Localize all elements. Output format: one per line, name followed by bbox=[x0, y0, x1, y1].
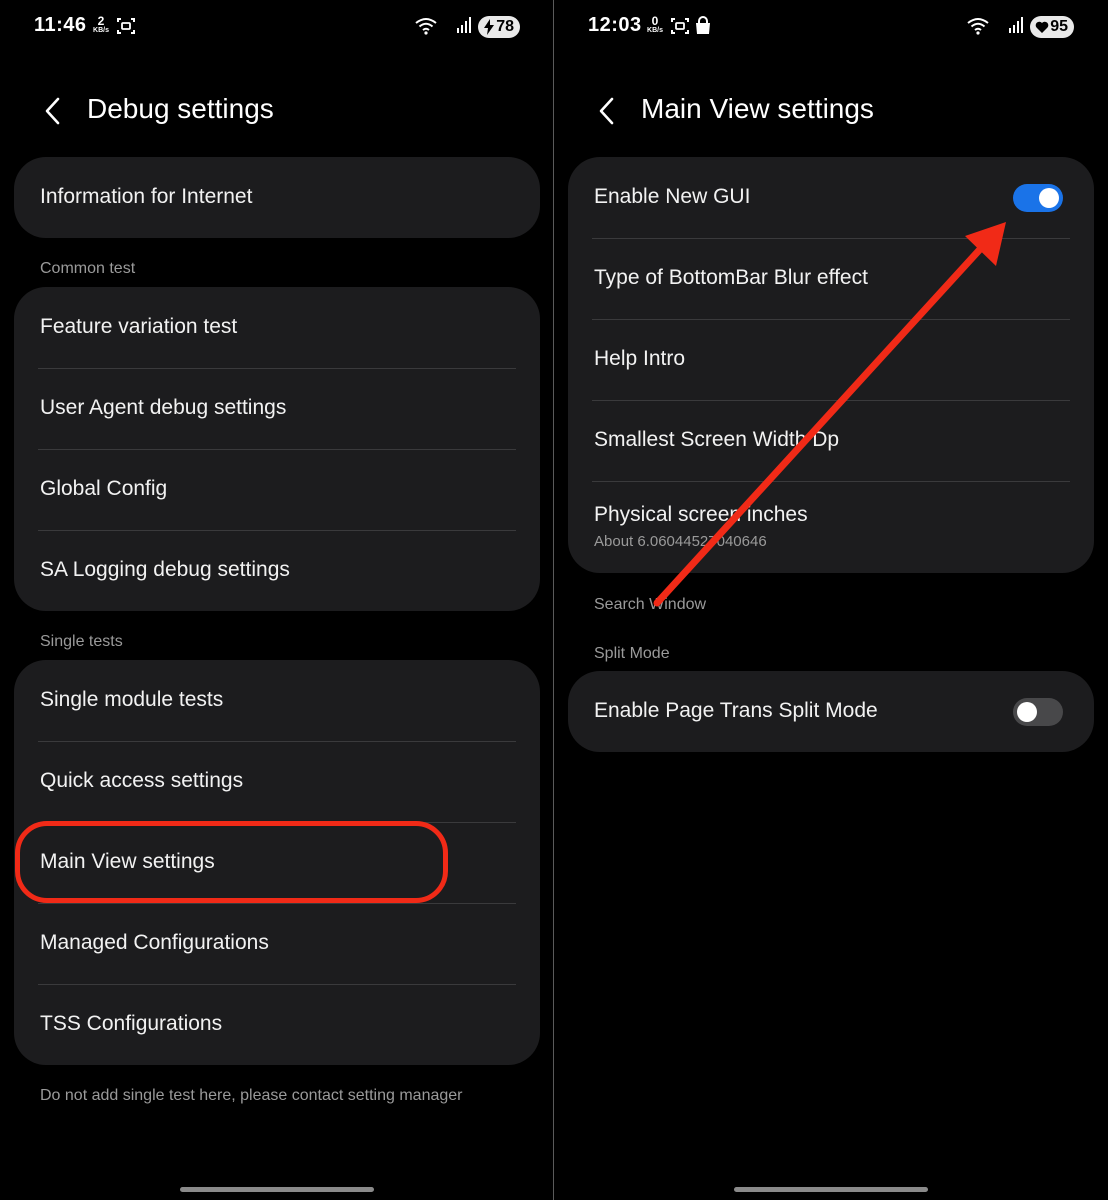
signal-icon bbox=[457, 17, 471, 33]
list-item-information-for-internet[interactable]: Information for Internet bbox=[14, 157, 540, 238]
screenshot-icon bbox=[671, 18, 689, 34]
list-item-label: Main View settings bbox=[40, 850, 215, 873]
section-header-common-test: Common test bbox=[40, 260, 136, 277]
list-item-help-intro[interactable]: Help Intro bbox=[568, 319, 1094, 400]
shopping-bag-icon bbox=[696, 16, 710, 34]
battery-level: 95 bbox=[1050, 18, 1068, 35]
list-item-label: Enable New GUI bbox=[594, 185, 751, 208]
toggle-knob bbox=[1017, 702, 1037, 722]
network-speed: 2 KB/s bbox=[90, 15, 112, 34]
list-item-global-config[interactable]: Global Config bbox=[14, 449, 540, 530]
list-item-label: Type of BottomBar Blur effect bbox=[594, 266, 868, 289]
list-item-label: Enable Page Trans Split Mode bbox=[594, 699, 878, 722]
battery-level: 78 bbox=[496, 18, 514, 35]
list-item-smallest-screen-width-dp[interactable]: Smallest Screen Width Dp bbox=[568, 400, 1094, 481]
network-speed-value: 0 bbox=[651, 14, 659, 28]
list-item-user-agent-debug-settings[interactable]: User Agent debug settings bbox=[14, 368, 540, 449]
list-item-feature-variation-test[interactable]: Feature variation test bbox=[14, 287, 540, 368]
list-item-main-view-settings[interactable]: Main View settings bbox=[14, 822, 540, 903]
network-speed: 0 KB/s bbox=[644, 15, 666, 34]
list-item-label: User Agent debug settings bbox=[40, 396, 287, 419]
list-item-label: SA Logging debug settings bbox=[40, 558, 290, 581]
list-item-label: TSS Configurations bbox=[40, 1012, 223, 1035]
right-screen-main-view-settings: 12:03 0 KB/s 95 Main View settings Enabl… bbox=[554, 0, 1108, 1200]
heart-icon bbox=[1035, 21, 1049, 33]
back-arrow-icon[interactable] bbox=[42, 96, 64, 126]
split-mode-card: Enable Page Trans Split Mode bbox=[568, 671, 1094, 752]
list-item-tss-configurations[interactable]: TSS Configurations bbox=[14, 984, 540, 1065]
status-bar: 11:46 2 KB/s 78 bbox=[34, 12, 520, 42]
back-arrow-icon[interactable] bbox=[596, 96, 618, 126]
list-item-enable-new-gui[interactable]: Enable New GUI bbox=[568, 157, 1094, 238]
list-item-label: Help Intro bbox=[594, 347, 686, 370]
list-item-label: Quick access settings bbox=[40, 769, 244, 792]
status-time: 11:46 bbox=[34, 14, 87, 36]
list-item-bottombar-blur-effect[interactable]: Type of BottomBar Blur effect bbox=[568, 238, 1094, 319]
section-header-search-window: Search Window bbox=[594, 596, 707, 613]
network-speed-unit: KB/s bbox=[93, 27, 109, 34]
network-speed-unit: KB/s bbox=[647, 27, 663, 34]
split-mode-toggle[interactable] bbox=[1013, 698, 1063, 726]
gesture-navigation-bar[interactable] bbox=[180, 1187, 374, 1192]
list-item-physical-screen-inches[interactable]: Physical screen inches About 6.060445270… bbox=[568, 481, 1094, 573]
list-item-enable-page-trans-split-mode[interactable]: Enable Page Trans Split Mode bbox=[568, 671, 1094, 752]
toggle-knob bbox=[1039, 188, 1059, 208]
list-item-label: Single module tests bbox=[40, 688, 224, 711]
list-item-label: Information for Internet bbox=[40, 185, 253, 208]
list-item-sa-logging-debug-settings[interactable]: SA Logging debug settings bbox=[14, 530, 540, 611]
wifi-icon bbox=[967, 18, 989, 35]
list-item-label: Physical screen inches bbox=[594, 503, 808, 526]
wifi-icon bbox=[415, 18, 437, 35]
battery-indicator: 78 bbox=[478, 16, 520, 38]
status-time: 12:03 bbox=[588, 14, 642, 36]
main-view-card: Enable New GUI Type of BottomBar Blur ef… bbox=[568, 157, 1094, 573]
gesture-navigation-bar[interactable] bbox=[734, 1187, 928, 1192]
common-test-card: Feature variation test User Agent debug … bbox=[14, 287, 540, 611]
footer-note: Do not add single test here, please cont… bbox=[40, 1087, 463, 1104]
list-item-quick-access-settings[interactable]: Quick access settings bbox=[14, 741, 540, 822]
battery-indicator: 95 bbox=[1030, 16, 1074, 38]
network-speed-value: 2 bbox=[97, 14, 105, 28]
internet-info-card: Information for Internet bbox=[14, 157, 540, 238]
section-header-split-mode: Split Mode bbox=[594, 645, 670, 662]
list-item-managed-configurations[interactable]: Managed Configurations bbox=[14, 903, 540, 984]
list-item-label: Managed Configurations bbox=[40, 931, 269, 954]
list-item-label: Global Config bbox=[40, 477, 168, 500]
list-item-single-module-tests[interactable]: Single module tests bbox=[14, 660, 540, 741]
page-title: Main View settings bbox=[641, 93, 874, 124]
list-item-subtitle: About 6.06044527040646 bbox=[594, 533, 767, 550]
screenshot-icon bbox=[117, 18, 135, 34]
single-tests-card: Single module tests Quick access setting… bbox=[14, 660, 540, 1065]
page-title: Debug settings bbox=[87, 93, 274, 124]
left-screen-debug-settings: 11:46 2 KB/s 78 Debug settings Informati… bbox=[0, 0, 554, 1200]
signal-icon bbox=[1009, 17, 1023, 33]
status-bar: 12:03 0 KB/s 95 bbox=[588, 12, 1074, 42]
enable-new-gui-toggle[interactable] bbox=[1013, 184, 1063, 212]
list-item-label: Smallest Screen Width Dp bbox=[594, 428, 840, 451]
list-item-label: Feature variation test bbox=[40, 315, 238, 338]
section-header-single-tests: Single tests bbox=[40, 633, 123, 650]
charging-bolt-icon bbox=[484, 19, 495, 35]
